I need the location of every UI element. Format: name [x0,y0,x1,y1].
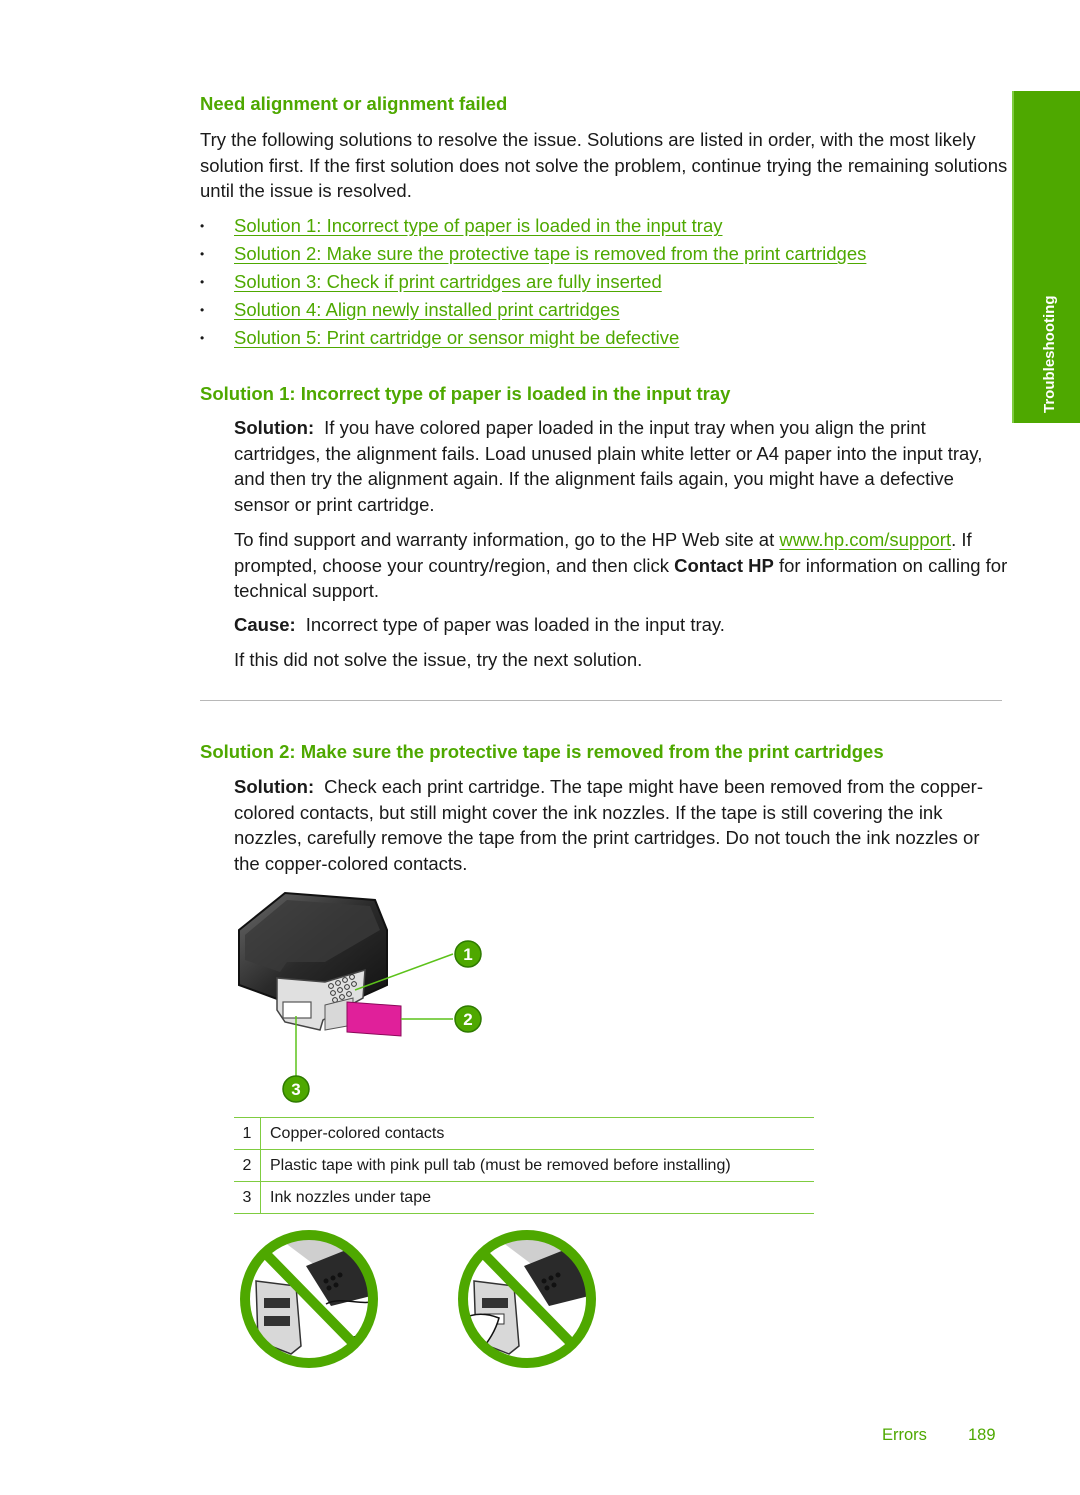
callout-3: 3 [282,1075,310,1103]
solution-3-link[interactable]: Solution 3: Check if print cartridges ar… [234,268,662,296]
solution-4-link[interactable]: Solution 4: Align newly installed print … [234,296,620,324]
cause-paragraph: Cause: Incorrect type of paper was loaded… [234,612,1010,638]
next-solution-note: If this did not solve the issue, try the… [234,649,643,670]
side-tab-label: Troubleshooting [1041,295,1058,414]
do-not-touch-nozzles-illustration [458,1230,596,1368]
list-item: • Solution 1: Incorrect type of paper is … [200,212,866,240]
table-row: 1 Copper-colored contacts [234,1117,814,1150]
table-row: 2 Plastic tape with pink pull tab (must … [234,1149,814,1182]
pink-pull-tab [346,1001,402,1037]
contact-hp-label: Contact HP [674,554,774,576]
solution-1-text: Solution: If you have colored paper loade… [234,415,1010,517]
legend-number: 3 [234,1181,261,1214]
solution-2-text: Solution: Check each print cartridge. The… [234,774,1010,876]
solution-1-link[interactable]: Solution 1: Incorrect type of paper is l… [234,212,723,240]
callout-number: 1 [463,945,472,964]
side-tab-troubleshooting: Troubleshooting [1012,91,1080,423]
legend-description: Copper-colored contacts [260,1117,814,1150]
bullet-icon: • [200,247,205,261]
section-intro: Try the following solutions to resolve t… [200,129,1008,201]
list-item: • Solution 3: Check if print cartridges a… [200,268,866,296]
bullet-icon: • [200,275,205,289]
table-row: 3 Ink nozzles under tape [234,1181,814,1214]
legend-number: 2 [234,1149,261,1182]
solution-2-heading: Solution 2: Make sure the protective tap… [200,741,884,762]
solution-label: Solution: [234,776,315,797]
legend-number: 1 [234,1117,261,1150]
callout-number: 2 [463,1010,472,1029]
callout-legend-table: 1 Copper-colored contacts 2 Plastic tape… [234,1117,814,1214]
cause-label: Cause: [234,614,296,635]
do-not-touch-contacts-illustration [240,1230,378,1368]
solution-1-heading: Solution 1: Incorrect type of paper is l… [200,383,731,404]
list-item: • Solution 2: Make sure the protective ta… [200,240,866,268]
solutions-link-list: • Solution 1: Incorrect type of paper is … [200,212,866,352]
cartridge-body [238,891,402,1037]
solution-2-link[interactable]: Solution 2: Make sure the protective tap… [234,240,866,268]
solution-5-link[interactable]: Solution 5: Print cartridge or sensor mi… [234,324,679,352]
section-title: Need alignment or alignment failed [200,93,508,114]
bullet-icon: • [200,219,205,233]
page-number: 189 [968,1426,996,1444]
legend-description: Ink nozzles under tape [260,1181,814,1214]
callout-2: 2 [454,1005,482,1033]
list-item: • Solution 5: Print cartridge or sensor m… [200,324,866,352]
cause-text: Incorrect type of paper was loaded in th… [305,614,725,635]
callout-number: 3 [291,1080,300,1099]
hp-support-link[interactable]: www.hp.com/support [779,529,951,550]
ink-nozzles [282,1001,312,1019]
support-paragraph: To find support and warranty information… [234,527,1010,604]
print-cartridge-illustration: 1 2 3 [238,891,482,1103]
solution-label: Solution: [234,417,315,438]
section-divider [200,700,1002,701]
bullet-icon: • [200,303,205,317]
solution-body: Check each print cartridge. The tape mig… [234,776,983,874]
callout-1: 1 [454,940,482,968]
legend-description: Plastic tape with pink pull tab (must be… [260,1149,814,1182]
list-item: • Solution 4: Align newly installed print… [200,296,866,324]
bullet-icon: • [200,331,205,345]
footer-section-name: Errors [882,1426,927,1444]
solution-body: If you have colored paper loaded in the … [234,417,983,515]
support-text: To find support and warranty information… [234,529,780,550]
